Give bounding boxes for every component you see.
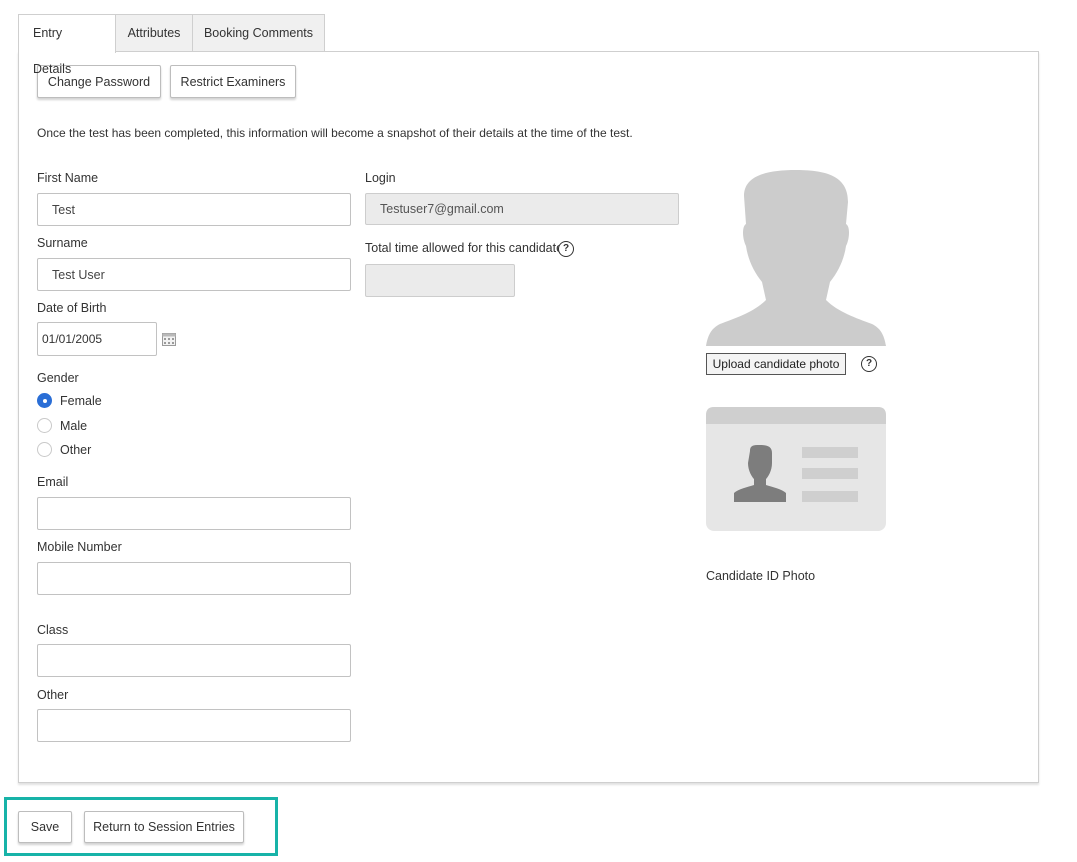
- calendar-icon[interactable]: [162, 333, 176, 346]
- surname-label: Surname: [37, 236, 88, 250]
- total-time-label: Total time allowed for this candidate: [365, 241, 564, 255]
- gender-option-other[interactable]: Other: [37, 442, 91, 457]
- tab-entry-details[interactable]: Entry Details: [18, 14, 116, 76]
- dob-label: Date of Birth: [37, 301, 107, 315]
- upload-photo-help-icon[interactable]: ?: [861, 356, 877, 372]
- radio-other-label: Other: [60, 442, 92, 457]
- candidate-photo-placeholder-icon: [706, 170, 886, 346]
- radio-female-label: Female: [60, 393, 102, 408]
- return-to-session-entries-button[interactable]: Return to Session Entries: [84, 811, 244, 843]
- login-label: Login: [365, 171, 396, 185]
- class-label: Class: [37, 623, 69, 637]
- class-input[interactable]: [37, 644, 351, 677]
- mobile-input[interactable]: [37, 562, 351, 595]
- restrict-examiners-button[interactable]: Restrict Examiners: [170, 65, 296, 98]
- save-button[interactable]: Save: [18, 811, 72, 843]
- email-label: Email: [37, 475, 69, 489]
- first-name-input[interactable]: [37, 193, 351, 226]
- total-time-help-icon[interactable]: ?: [558, 241, 574, 257]
- mobile-label: Mobile Number: [37, 540, 122, 554]
- login-input: [365, 193, 679, 225]
- tab-booking-comments[interactable]: Booking Comments: [192, 14, 325, 52]
- snapshot-note: Once the test has been completed, this i…: [37, 126, 633, 140]
- dob-input[interactable]: [37, 322, 157, 356]
- gender-option-female[interactable]: Female: [37, 393, 102, 408]
- other-input[interactable]: [37, 709, 351, 742]
- radio-male-label: Male: [60, 418, 88, 433]
- tab-attributes[interactable]: Attributes: [115, 14, 193, 52]
- total-time-input: [365, 264, 515, 297]
- radio-female[interactable]: [37, 393, 52, 408]
- radio-other[interactable]: [37, 442, 52, 457]
- other-label: Other: [37, 688, 69, 702]
- gender-label: Gender: [37, 371, 79, 385]
- surname-input[interactable]: [37, 258, 351, 291]
- first-name-label: First Name: [37, 171, 99, 185]
- radio-male[interactable]: [37, 418, 52, 433]
- upload-candidate-photo-button[interactable]: Upload candidate photo: [706, 353, 846, 375]
- candidate-id-photo-label: Candidate ID Photo: [706, 569, 816, 583]
- email-input[interactable]: [37, 497, 351, 530]
- id-card-icon: [706, 407, 886, 531]
- tab-bar: Entry Details Attributes Booking Comment…: [18, 14, 325, 76]
- gender-option-male[interactable]: Male: [37, 418, 87, 433]
